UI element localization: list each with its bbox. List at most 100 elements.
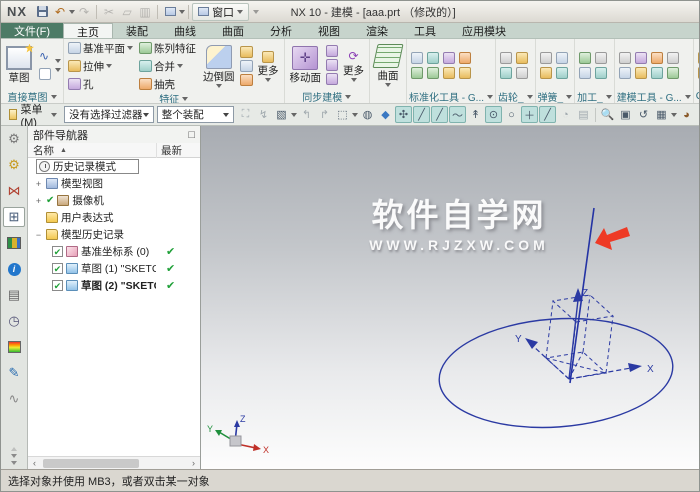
spring-icon[interactable]	[540, 52, 552, 64]
std-tool-icon[interactable]	[427, 52, 439, 64]
intersection-snap-icon[interactable]: ＋	[521, 106, 538, 123]
composite-dropdown-icon[interactable]	[179, 10, 185, 14]
std-tool-icon[interactable]	[427, 67, 439, 79]
history-palette-icon[interactable]: ▤	[3, 285, 25, 305]
group-dropdown-icon[interactable]	[345, 95, 351, 99]
redo-button[interactable]: ↷	[75, 3, 93, 20]
edge-blend-button[interactable]: 边倒圆	[200, 44, 238, 89]
gear-pair-icon[interactable]	[516, 52, 528, 64]
group-dropdown-icon[interactable]	[51, 95, 57, 99]
group-dropdown-icon[interactable]	[685, 95, 691, 99]
replace-face-icon[interactable]	[326, 73, 338, 85]
tab-curve[interactable]: 曲线	[161, 23, 209, 38]
highlight-related-icon[interactable]: ⛶	[237, 106, 254, 123]
composite-button[interactable]	[161, 3, 179, 20]
chevron-down-icon[interactable]	[55, 59, 61, 63]
panel-pin-icon[interactable]: □	[188, 129, 195, 141]
tab-file[interactable]: 文件(F)	[1, 23, 63, 38]
group-dropdown-icon[interactable]	[487, 95, 493, 99]
tab-home[interactable]: 主页	[63, 23, 113, 38]
tree-row-sketch-1[interactable]: ✔ 草图 (1) "SKETCH_0... ✔	[28, 260, 200, 277]
navigator-horizontal-scrollbar[interactable]: ‹ ›	[28, 456, 200, 469]
sketch-rectangle-button[interactable]	[37, 66, 53, 82]
tree-row-sketch-2[interactable]: ✔ 草图 (2) "SKETCH_... ✔	[28, 277, 200, 294]
tree-row-user-expressions[interactable]: 用户表达式	[28, 209, 200, 226]
fit-view-icon[interactable]: ▣	[617, 106, 634, 123]
part-navigator-icon[interactable]: ⊞	[3, 207, 25, 227]
modeling-tool-icon[interactable]	[619, 67, 631, 79]
tab-render[interactable]: 渲染	[353, 23, 401, 38]
group-dropdown-icon[interactable]	[606, 95, 612, 99]
tree-row-model-history[interactable]: − 模型历史记录	[28, 226, 200, 243]
chevron-down-icon[interactable]	[671, 113, 677, 117]
group-dropdown-icon[interactable]	[527, 95, 533, 99]
window-menu-button[interactable]: 窗口	[192, 3, 249, 21]
gear-edit-icon[interactable]	[500, 67, 512, 79]
zoom-window-icon[interactable]: 🔍	[599, 106, 616, 123]
gc-tool-icon[interactable]	[698, 52, 699, 64]
std-tool-icon[interactable]	[459, 67, 471, 79]
center-point-snap-icon[interactable]: ⊙	[485, 106, 502, 123]
shaded-view-icon[interactable]: ◍	[359, 106, 376, 123]
sketch-curve-button[interactable]: ∿	[37, 48, 53, 64]
machining-edit-icon[interactable]	[595, 52, 607, 64]
expand-icon[interactable]: +	[34, 179, 43, 189]
window-layout-icon[interactable]: ▦	[653, 106, 670, 123]
endpoint-snap-icon[interactable]: ╱	[413, 106, 430, 123]
touch-settings-icon[interactable]: ⚙	[3, 129, 25, 149]
move-face-button[interactable]: 移动面	[287, 45, 325, 86]
x-axis[interactable]: X	[569, 363, 654, 379]
move-object-icon[interactable]: ↯	[255, 106, 272, 123]
std-tool-icon[interactable]	[443, 52, 455, 64]
draft-icon[interactable]	[240, 60, 253, 72]
checkbox-checked-icon[interactable]: ✔	[52, 246, 63, 257]
tab-application[interactable]: 应用模块	[449, 23, 519, 38]
std-tool-icon[interactable]	[459, 52, 471, 64]
undo-button[interactable]: ↶	[51, 3, 69, 20]
render-style-icon[interactable]: ◕	[678, 106, 695, 123]
group-dropdown-icon[interactable]	[182, 97, 188, 101]
modeling-tool-icon[interactable]	[619, 52, 631, 64]
face-snap-icon[interactable]: ◔	[557, 106, 574, 123]
paste-button[interactable]: ▥	[136, 3, 154, 20]
chamfer-icon[interactable]	[240, 46, 253, 58]
std-tool-icon[interactable]	[411, 67, 423, 79]
selection-filter-combo[interactable]: 没有选择过滤器	[64, 106, 154, 123]
offset-icon[interactable]	[240, 74, 253, 86]
pull-face-icon[interactable]	[326, 45, 338, 57]
column-status[interactable]: 最新	[156, 143, 200, 158]
column-name[interactable]: 名称 ▲	[28, 143, 156, 158]
refresh-view-icon[interactable]: ↺	[635, 106, 652, 123]
tab-tools[interactable]: 工具	[401, 23, 449, 38]
grid-snap-icon[interactable]: ▤	[575, 106, 592, 123]
collapse-icon[interactable]: −	[34, 230, 43, 240]
customize-quick-access-icon[interactable]	[253, 10, 259, 14]
copy-button[interactable]: ▱	[118, 3, 136, 20]
reuse-library-icon[interactable]	[3, 233, 25, 253]
machining-prep-icon[interactable]	[579, 67, 591, 79]
scroll-up-icon[interactable]	[11, 447, 17, 451]
modeling-tool-icon[interactable]	[667, 67, 679, 79]
std-tool-icon[interactable]	[411, 52, 423, 64]
tree-row-cameras[interactable]: + ✔ 摄像机	[28, 192, 200, 209]
tab-surface[interactable]: 曲面	[209, 23, 257, 38]
pan-view-icon[interactable]: ↱	[316, 106, 333, 123]
internet-aid-icon[interactable]: i	[3, 259, 25, 279]
tangent-snap-icon[interactable]: ╱	[539, 106, 556, 123]
unite-button[interactable]: 合并	[137, 58, 198, 74]
chevron-down-icon[interactable]	[352, 113, 358, 117]
pole-snap-icon[interactable]: ↟	[467, 106, 484, 123]
circle-snap-icon[interactable]: ○	[503, 106, 520, 123]
tab-assemblies[interactable]: 装配	[113, 23, 161, 38]
spring-coil-icon[interactable]	[540, 67, 552, 79]
constraint-navigator-icon[interactable]: ⋈	[3, 181, 25, 201]
save-button[interactable]	[33, 3, 51, 20]
extrude-button[interactable]: 拉伸	[66, 58, 135, 74]
solid-body-icon[interactable]: ◆	[377, 106, 394, 123]
snap-point-icon[interactable]: ✣	[395, 106, 412, 123]
spline-palette-icon[interactable]: ∿	[3, 389, 25, 409]
scroll-down-icon[interactable]	[11, 454, 17, 458]
sync-more-button[interactable]: ⟳ 更多	[340, 48, 367, 83]
chevron-down-icon[interactable]	[55, 68, 61, 72]
rectangle-select-icon[interactable]: ⬚	[334, 106, 351, 123]
